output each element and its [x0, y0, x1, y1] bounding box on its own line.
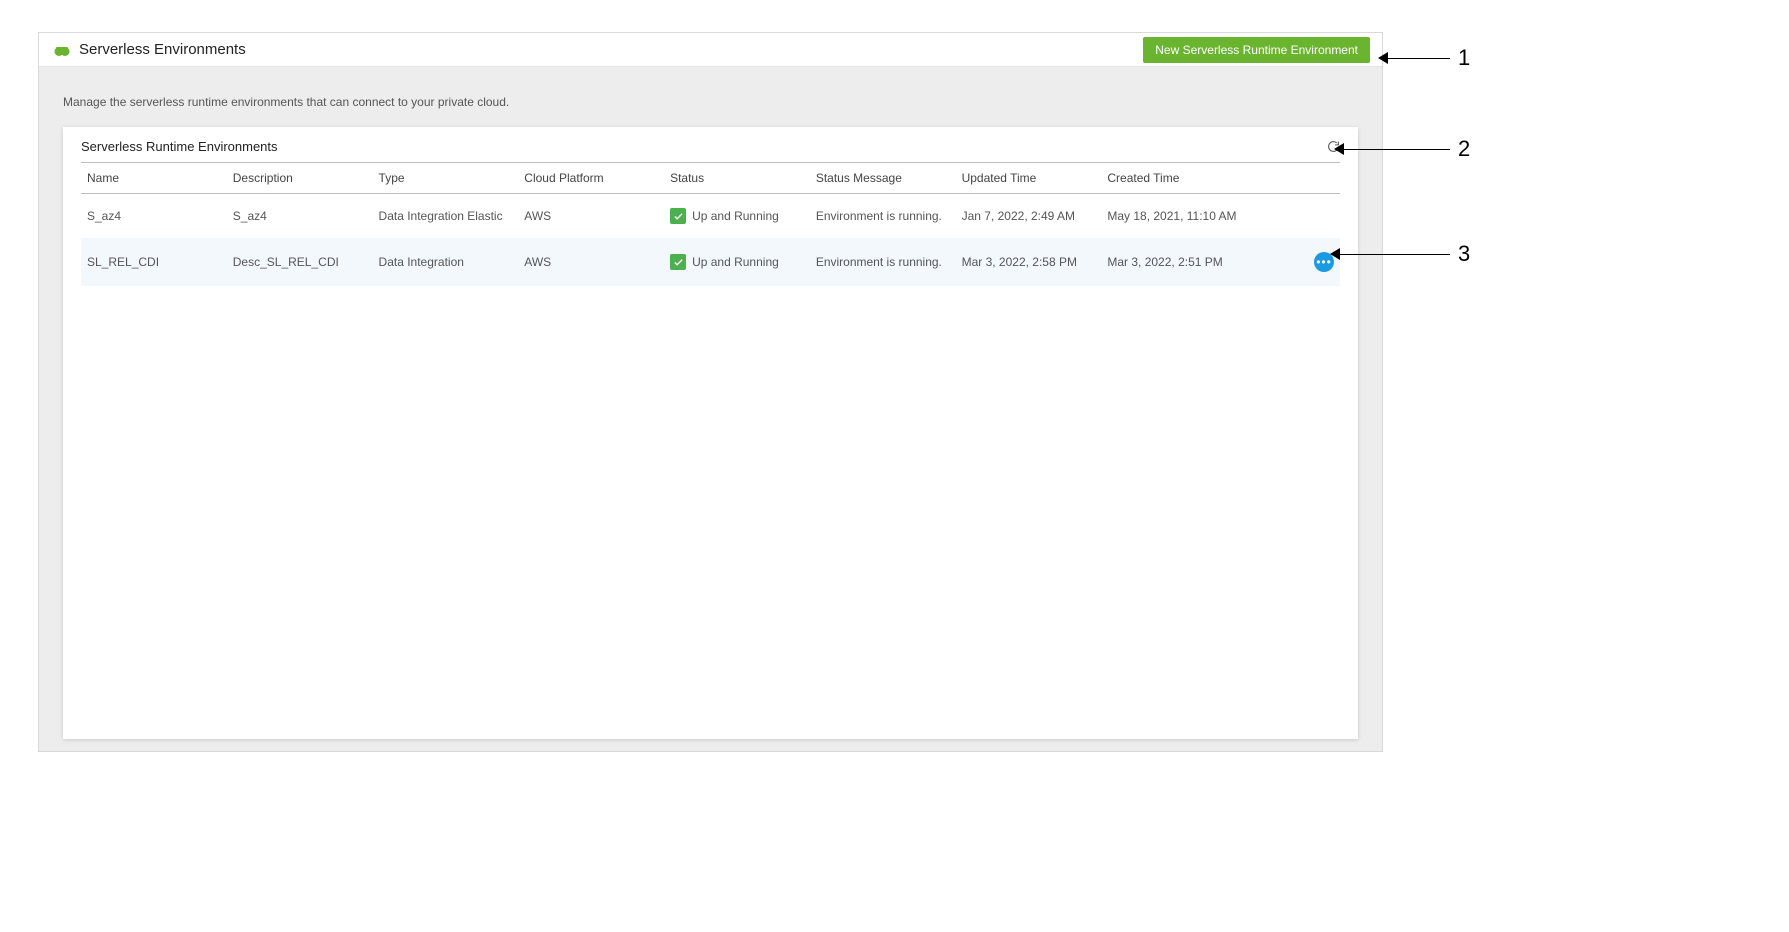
panel-title: Serverless Runtime Environments — [81, 139, 278, 154]
page-title: Serverless Environments — [79, 41, 246, 58]
col-header-type[interactable]: Type — [373, 163, 519, 194]
cell-type: Data Integration — [373, 238, 519, 286]
col-header-created-time[interactable]: Created Time — [1101, 163, 1287, 194]
cell-created-time: Mar 3, 2022, 2:51 PM — [1101, 238, 1287, 286]
cell-name: SL_REL_CDI — [81, 238, 227, 286]
annotation-callout-1: 1 — [1378, 45, 1470, 71]
cell-description: S_az4 — [227, 194, 373, 239]
page-header: Serverless Environments New Serverless R… — [39, 33, 1382, 67]
content-area: Manage the serverless runtime environmen… — [39, 67, 1382, 751]
page-subtitle: Manage the serverless runtime environmen… — [63, 95, 1358, 109]
status-text: Up and Running — [692, 255, 779, 269]
cell-updated-time: Jan 7, 2022, 2:49 AM — [956, 194, 1102, 239]
environments-table: Name Description Type Cloud Platform Sta… — [81, 162, 1340, 286]
table-row[interactable]: SL_REL_CDI Desc_SL_REL_CDI Data Integrat… — [81, 238, 1340, 286]
col-header-cloud-platform[interactable]: Cloud Platform — [518, 163, 664, 194]
cell-type: Data Integration Elastic — [373, 194, 519, 239]
check-icon — [670, 254, 686, 270]
col-header-name[interactable]: Name — [81, 163, 227, 194]
annotation-callout-2: 2 — [1334, 136, 1470, 162]
annotation-callout-3: 3 — [1330, 241, 1470, 267]
cell-status: Up and Running — [664, 238, 810, 286]
cell-created-time: May 18, 2021, 11:10 AM — [1101, 194, 1287, 239]
cell-description: Desc_SL_REL_CDI — [227, 238, 373, 286]
col-header-actions — [1287, 163, 1340, 194]
cell-name: S_az4 — [81, 194, 227, 239]
cell-actions — [1287, 194, 1340, 239]
table-header-row: Name Description Type Cloud Platform Sta… — [81, 163, 1340, 194]
check-icon — [670, 208, 686, 224]
col-header-status[interactable]: Status — [664, 163, 810, 194]
table-row[interactable]: S_az4 S_az4 Data Integration Elastic AWS… — [81, 194, 1340, 239]
environments-panel: Serverless Runtime Environments Name Des… — [63, 127, 1358, 739]
col-header-description[interactable]: Description — [227, 163, 373, 194]
status-text: Up and Running — [692, 209, 779, 223]
panel-header: Serverless Runtime Environments — [63, 139, 1358, 162]
serverless-icon — [53, 41, 71, 59]
col-header-status-message[interactable]: Status Message — [810, 163, 956, 194]
app-frame: Serverless Environments New Serverless R… — [38, 32, 1383, 752]
cell-status-message: Environment is running. — [810, 238, 956, 286]
header-left: Serverless Environments — [53, 41, 246, 59]
cell-updated-time: Mar 3, 2022, 2:58 PM — [956, 238, 1102, 286]
cell-status-message: Environment is running. — [810, 194, 956, 239]
col-header-updated-time[interactable]: Updated Time — [956, 163, 1102, 194]
cell-cloud-platform: AWS — [518, 238, 664, 286]
cell-cloud-platform: AWS — [518, 194, 664, 239]
new-environment-button[interactable]: New Serverless Runtime Environment — [1143, 37, 1370, 63]
cell-status: Up and Running — [664, 194, 810, 239]
